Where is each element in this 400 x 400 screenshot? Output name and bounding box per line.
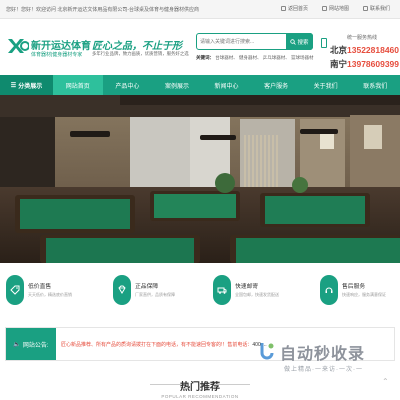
hero-banner[interactable]: [0, 95, 400, 263]
hot-keywords: 关键词： 台球器材、 健身器材、 乒乓球器材、 篮球场器材: [196, 55, 314, 60]
top-bar: 您好！您好！欢迎访问 北京新开运达文体用品有限公司-台球桌及体育与健身器材供应商…: [0, 0, 400, 19]
welcome-text: 您好！您好！欢迎访问 北京新开运达文体用品有限公司-台球桌及体育与健身器材供应商: [6, 7, 200, 13]
search-icon: [290, 38, 297, 45]
hot-keyword[interactable]: 乒乓球器材: [263, 55, 286, 60]
menu-icon: ☰: [10, 82, 17, 89]
nav-item-cases[interactable]: 案例展示: [152, 75, 202, 95]
service-highlights: 低价直售 天天低价，精选底价直销 正品保障 厂家直供，品质有保障 快速邮寄 全国…: [0, 263, 400, 318]
search-box: 搜索: [196, 33, 313, 50]
speaker-icon: 🔈: [13, 341, 21, 348]
search-input[interactable]: [200, 36, 282, 47]
logo-icon[interactable]: [7, 37, 29, 55]
main-nav: ☰ 分类展示 网站首页 产品中心 案例展示 新闻中心 客户服务 关于我们 联系我…: [0, 75, 400, 95]
brand-name[interactable]: 新开运达体育: [31, 37, 91, 52]
nav-item-about[interactable]: 关于我们: [301, 75, 351, 95]
hotline-beijing: 北京13522818460: [330, 45, 400, 55]
top-link-home[interactable]: 返回首页: [280, 5, 308, 12]
top-links: 返回首页 网站地图 联系我们: [280, 5, 390, 12]
banner-image: [0, 95, 400, 263]
announcement-label: 🔈 网站公告:: [6, 328, 56, 360]
sitemap-icon: [321, 6, 327, 11]
brand-slogan: 匠心之品，不止于形: [92, 41, 182, 52]
watermark-subtext: 做上精品·一来访·一次·一: [284, 367, 363, 373]
phone-icon: [321, 38, 327, 48]
nav-items: 网站首页 产品中心 案例展示 新闻中心 客户服务 关于我们 联系我们: [53, 75, 400, 95]
nav-item-home[interactable]: 网站首页: [53, 75, 103, 95]
hot-keyword[interactable]: 篮球场器材: [291, 55, 314, 60]
nav-item-products[interactable]: 产品中心: [103, 75, 153, 95]
hot-keyword[interactable]: 健身器材: [239, 55, 257, 60]
home-icon: [280, 6, 286, 11]
diamond-icon: [113, 275, 131, 305]
service-icon: [320, 275, 338, 305]
service-low-price[interactable]: 低价直售 天天低价，精选底价直销: [6, 275, 96, 309]
top-link-contact[interactable]: 联系我们: [362, 5, 390, 12]
announcement-text[interactable]: 匠心新品推荐、所有产品的质询请拨打在下面的电话，有不能速回专客的!！售前电话：4…: [61, 341, 267, 348]
nav-item-service[interactable]: 客户服务: [251, 75, 301, 95]
top-link-sitemap[interactable]: 网站地图: [321, 5, 349, 12]
hot-section-title: 热门推荐: [180, 382, 220, 393]
brand-tagline: 体育器材|健身器材专家: [31, 52, 83, 58]
nav-item-news[interactable]: 新闻中心: [202, 75, 252, 95]
hotline-nanning: 南宁13978609399: [330, 59, 400, 69]
service-shipping[interactable]: 快速邮寄 全国包邮，快速发货配送: [213, 275, 303, 309]
service-genuine[interactable]: 正品保障 厂家直供，品质有保障: [113, 275, 203, 309]
watermark-logo-icon: [260, 343, 274, 360]
back-to-top-icon[interactable]: ⌃: [382, 377, 392, 387]
category-menu-button[interactable]: ☰ 分类展示: [0, 75, 53, 95]
service-after-sales[interactable]: 售后服务 快速响应，服务满意保证: [320, 275, 400, 309]
hotline-label: 统一服务热线: [347, 35, 378, 41]
shipping-icon: [213, 275, 231, 305]
watermark-text: 自动秒收录: [280, 346, 366, 363]
hot-keyword[interactable]: 台球器材: [215, 55, 233, 60]
hot-section-subtitle: POPULAR RECOMMENDATION: [161, 394, 239, 399]
price-tag-icon: [6, 275, 24, 305]
brand-slogan-sub: 多年行业品牌，致力画质，优质营销，服务好之选: [92, 51, 189, 56]
hot-section-header: 热门推荐 POPULAR RECOMMENDATION: [0, 374, 400, 400]
contact-icon: [362, 6, 368, 11]
nav-item-contact[interactable]: 联系我们: [350, 75, 400, 95]
search-button[interactable]: 搜索: [286, 33, 313, 50]
divider: [214, 384, 250, 385]
